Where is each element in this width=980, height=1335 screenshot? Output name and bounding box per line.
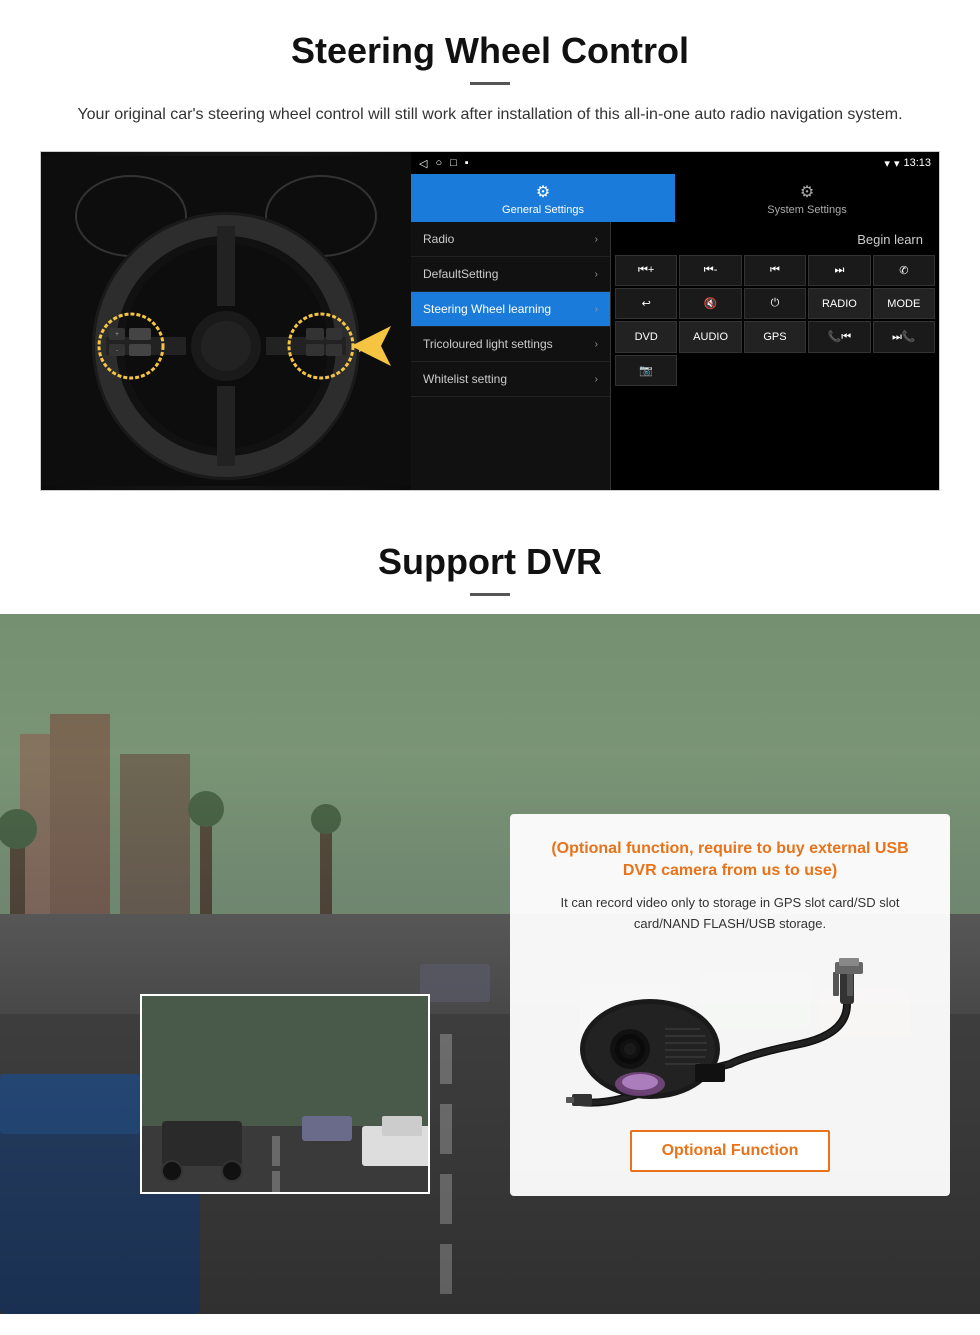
nav-recent-icon: □ <box>450 157 457 170</box>
dvr-camera-svg <box>550 954 910 1114</box>
chevron-icon-5: › <box>595 374 598 385</box>
ctrl-btn-prev[interactable]: ⏮ <box>744 255 806 286</box>
menu-item-radio[interactable]: Radio › <box>411 222 610 257</box>
menu-whitelist-label: Whitelist setting <box>423 372 507 386</box>
steering-title: Steering Wheel Control <box>40 30 940 72</box>
ctrl-btn-audio[interactable]: AUDIO <box>679 321 741 353</box>
nav-icons: ◁ ○ □ ▪ <box>419 157 469 170</box>
android-status-bar: ◁ ○ □ ▪ ▾ ▾ 13:13 <box>411 152 939 174</box>
nav-home-icon: ○ <box>435 157 442 170</box>
svg-text:+: + <box>115 332 119 338</box>
menu-item-steering[interactable]: Steering Wheel learning › <box>411 292 610 327</box>
dvr-small-preview <box>140 994 430 1194</box>
begin-learn-area: Begin learn <box>615 226 935 253</box>
control-grid: ⏮+ ⏮- ⏮ ⏭ ✆ ↩ 🔇 ⏻ RADIO MODE DVD AUDIO <box>615 255 935 386</box>
dvr-background: (Optional function, require to buy exter… <box>0 614 980 1314</box>
title-divider <box>470 82 510 85</box>
steering-description: Your original car's steering wheel contr… <box>60 103 920 127</box>
menu-tricolour-label: Tricoloured light settings <box>423 337 553 351</box>
ctrl-btn-mute[interactable]: 🔇 <box>679 288 741 319</box>
svg-text:▶: ▶ <box>359 343 366 353</box>
ctrl-btn-mode[interactable]: MODE <box>873 288 935 319</box>
ctrl-btn-call-prev[interactable]: 📞⏮ <box>808 321 870 353</box>
system-icon: ⚙ <box>679 182 935 202</box>
svg-text:-: - <box>116 348 118 354</box>
menu-default-label: DefaultSetting <box>423 267 498 281</box>
chevron-icon-2: › <box>595 269 598 280</box>
steering-content-area: + - ▶ <box>40 151 940 491</box>
android-menu: Radio › DefaultSetting › Steering Wheel … <box>411 222 611 490</box>
dvr-divider <box>470 593 510 596</box>
dvr-optional-title: (Optional function, require to buy exter… <box>534 838 926 883</box>
ctrl-btn-call[interactable]: ✆ <box>873 255 935 286</box>
dvr-section: Support DVR <box>0 511 980 1314</box>
android-content: Begin learn ⏮+ ⏮- ⏮ ⏭ ✆ ↩ 🔇 ⏻ RADIO <box>611 222 939 490</box>
ctrl-btn-back[interactable]: ↩ <box>615 288 677 319</box>
ctrl-btn-gps[interactable]: GPS <box>744 321 806 353</box>
menu-item-whitelist[interactable]: Whitelist setting › <box>411 362 610 397</box>
begin-learn-button[interactable]: Begin learn <box>853 230 927 249</box>
status-time: 13:13 <box>903 157 931 169</box>
android-body: Radio › DefaultSetting › Steering Wheel … <box>411 222 939 490</box>
ctrl-btn-next[interactable]: ⏭ <box>808 255 870 286</box>
tab-system-label: System Settings <box>767 204 846 216</box>
menu-item-default[interactable]: DefaultSetting › <box>411 257 610 292</box>
android-tabs: ⚙ General Settings ⚙ System Settings <box>411 174 939 222</box>
ctrl-btn-power[interactable]: ⏻ <box>744 288 806 319</box>
menu-radio-label: Radio <box>423 232 454 246</box>
dvr-description: It can record video only to storage in G… <box>534 893 926 935</box>
ctrl-btn-vol-up[interactable]: ⏮+ <box>615 255 677 286</box>
menu-item-tricolour[interactable]: Tricoloured light settings › <box>411 327 610 362</box>
chevron-icon-3: › <box>595 304 598 315</box>
ctrl-btn-dvd[interactable]: DVD <box>615 321 677 353</box>
chevron-icon-4: › <box>595 339 598 350</box>
dvr-title: Support DVR <box>0 511 980 583</box>
wifi-icon: ▾ <box>894 157 900 170</box>
ctrl-btn-radio[interactable]: RADIO <box>808 288 870 319</box>
ctrl-btn-call-next[interactable]: ⏭📞 <box>873 321 935 353</box>
tab-general-label: General Settings <box>502 204 584 216</box>
chevron-icon: › <box>595 234 598 245</box>
dvr-preview-inner <box>142 996 428 1192</box>
optional-function-button[interactable]: Optional Function <box>630 1130 831 1172</box>
nav-menu-icon: ▪ <box>465 157 469 170</box>
tab-system[interactable]: ⚙ System Settings <box>675 174 939 222</box>
nav-back-icon: ◁ <box>419 157 427 170</box>
steering-wheel-svg: + - ▶ <box>41 156 411 486</box>
steering-section: Steering Wheel Control Your original car… <box>0 0 980 511</box>
ctrl-btn-camera[interactable]: 📷 <box>615 355 677 386</box>
dvr-overlay-card: (Optional function, require to buy exter… <box>510 814 950 1196</box>
signal-icon: ▾ <box>884 157 890 170</box>
dvr-preview-svg <box>142 996 430 1194</box>
menu-steering-label: Steering Wheel learning <box>423 302 551 316</box>
ctrl-btn-vol-down[interactable]: ⏮- <box>679 255 741 286</box>
settings-icon: ⚙ <box>415 182 671 202</box>
dvr-camera-image <box>534 954 926 1114</box>
steering-wheel-image: + - ▶ <box>41 152 411 490</box>
tab-general[interactable]: ⚙ General Settings <box>411 174 675 222</box>
android-panel: ◁ ○ □ ▪ ▾ ▾ 13:13 ⚙ General Settings ⚙ S… <box>411 152 939 490</box>
